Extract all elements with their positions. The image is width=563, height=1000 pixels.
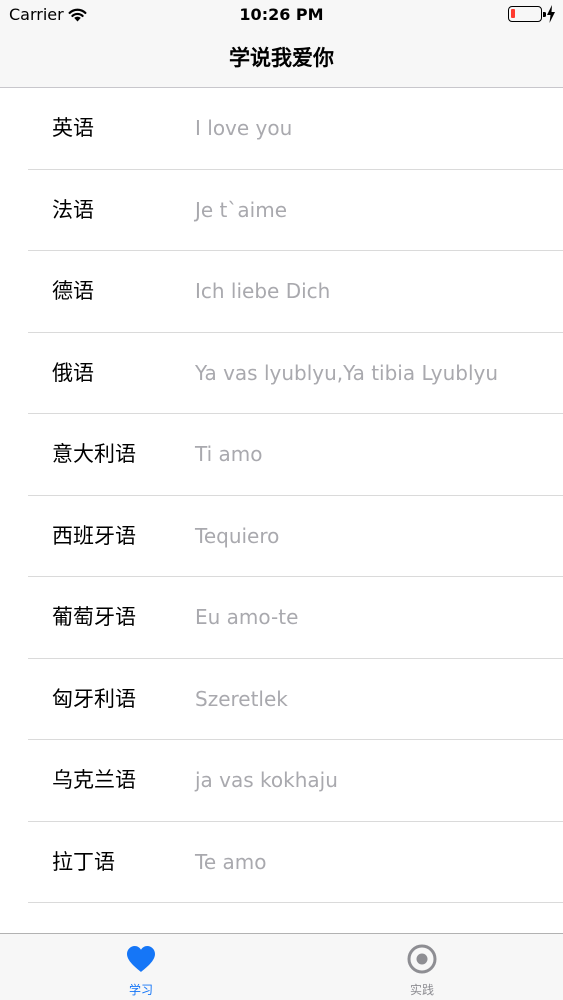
tab-learn[interactable]: 学习 — [71, 934, 211, 1000]
language-label: 葡萄牙语 — [52, 605, 136, 629]
language-label: 意大利语 — [52, 442, 136, 466]
tab-bar: 学习 实践 — [0, 933, 563, 1000]
phrase-text: I love you — [195, 116, 293, 140]
table-row[interactable]: 乌克兰语 ja vas kokhaju — [0, 740, 563, 822]
language-label: 乌克兰语 — [52, 768, 136, 792]
phrase-text: Ich liebe Dich — [195, 279, 331, 303]
tab-practice[interactable]: 实践 — [352, 934, 492, 1000]
phrase-table[interactable]: 英语 I love you 法语 Je t`aime 德语 Ich liebe … — [0, 88, 563, 933]
language-label: 拉丁语 — [52, 849, 115, 874]
table-row[interactable]: 匈牙利语 Szeretlek — [0, 659, 563, 741]
table-row[interactable]: 德语 Ich liebe Dich — [0, 251, 563, 333]
language-label: 西班牙语 — [52, 523, 136, 548]
table-row[interactable]: 拉丁语 Te amo — [0, 822, 563, 904]
table-row[interactable]: 西班牙语 Tequiero — [0, 496, 563, 578]
status-time: 10:26 PM — [239, 5, 324, 24]
tab-label: 学习 — [128, 983, 153, 997]
phrase-text: Je t`aime — [195, 197, 288, 222]
charging-bolt-icon — [547, 5, 555, 23]
status-bar: Carrier 10:26 PM — [0, 0, 563, 30]
table-row[interactable]: 意大利语 Ti amo — [0, 414, 563, 496]
phrase-text: Eu amo-te — [195, 605, 299, 629]
tab-label: 实践 — [409, 983, 434, 997]
heart-icon — [127, 946, 155, 972]
table-row[interactable]: 俄语 Ya vas lyublyu,Ya tibia Lyublyu — [0, 333, 563, 415]
phrase-text: Ti amo — [195, 442, 263, 466]
phrase-text: Te amo — [195, 849, 267, 874]
language-label: 俄语 — [52, 360, 94, 385]
language-label: 英语 — [52, 116, 94, 140]
table-row[interactable]: 英语 I love you — [0, 88, 563, 170]
target-icon — [407, 944, 437, 974]
phrase-text: Ya vas lyublyu,Ya tibia Lyublyu — [195, 360, 499, 385]
battery-level — [511, 9, 515, 18]
table-row[interactable] — [0, 903, 563, 933]
page-title: 学说我爱你 — [229, 46, 334, 70]
phrase-text: Tequiero — [195, 523, 280, 548]
phrase-text: Szeretlek — [195, 686, 288, 711]
battery-icon — [508, 6, 546, 22]
table-row[interactable]: 法语 Je t`aime — [0, 170, 563, 252]
app-screen: Carrier 10:26 PM 学说我爱你 英语 I love you 法语 … — [0, 0, 563, 1000]
language-label: 德语 — [52, 279, 94, 303]
phrase-text: ja vas kokhaju — [195, 768, 338, 792]
language-label: 匈牙利语 — [52, 686, 136, 711]
language-label: 法语 — [52, 197, 94, 222]
table-row[interactable]: 葡萄牙语 Eu amo-te — [0, 577, 563, 659]
navigation-bar: 学说我爱你 — [0, 30, 563, 88]
